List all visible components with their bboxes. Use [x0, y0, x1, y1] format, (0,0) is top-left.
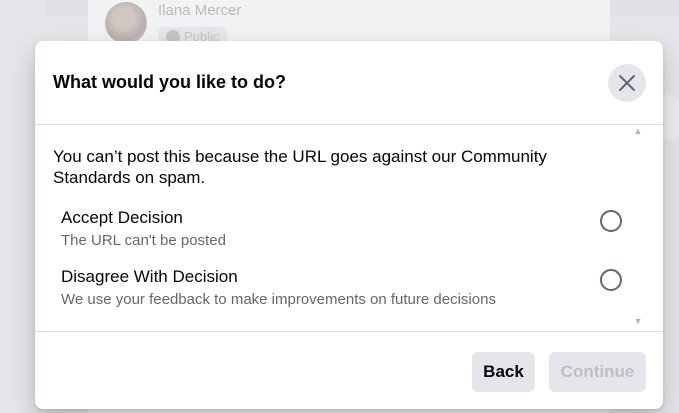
author-name: Ilana Mercer [158, 2, 242, 19]
close-button[interactable] [608, 64, 646, 102]
radio-accept-decision[interactable] [600, 210, 622, 232]
option-title: Accept Decision [61, 208, 183, 227]
dialog-scrollbar[interactable]: ▲ ▼ [630, 126, 644, 331]
policy-message: You can’t post this because the URL goes… [53, 147, 547, 187]
scroll-down-icon[interactable]: ▼ [633, 316, 643, 326]
option-description: The URL can't be posted [61, 232, 226, 249]
dialog-footer: Back Continue [35, 331, 663, 409]
radio-disagree-decision[interactable] [600, 269, 622, 291]
option-accept-decision[interactable]: Accept Decision The URL can't be posted [53, 208, 628, 258]
back-button[interactable]: Back [472, 352, 535, 392]
background-post-header: Ilana Mercer Public [105, 0, 242, 46]
option-disagree-decision[interactable]: Disagree With Decision We use your feedb… [53, 267, 628, 317]
scroll-up-icon[interactable]: ▲ [633, 126, 643, 136]
decision-dialog: What would you like to do? You can’t pos… [35, 41, 663, 409]
continue-button[interactable]: Continue [549, 352, 646, 392]
dialog-body: You can’t post this because the URL goes… [35, 126, 663, 331]
dialog-title: What would you like to do? [53, 72, 286, 92]
option-title: Disagree With Decision [61, 267, 238, 286]
dialog-header: What would you like to do? [35, 41, 663, 125]
option-description: We use your feedback to make improvement… [61, 291, 496, 308]
close-icon [619, 75, 635, 91]
avatar [105, 2, 147, 44]
